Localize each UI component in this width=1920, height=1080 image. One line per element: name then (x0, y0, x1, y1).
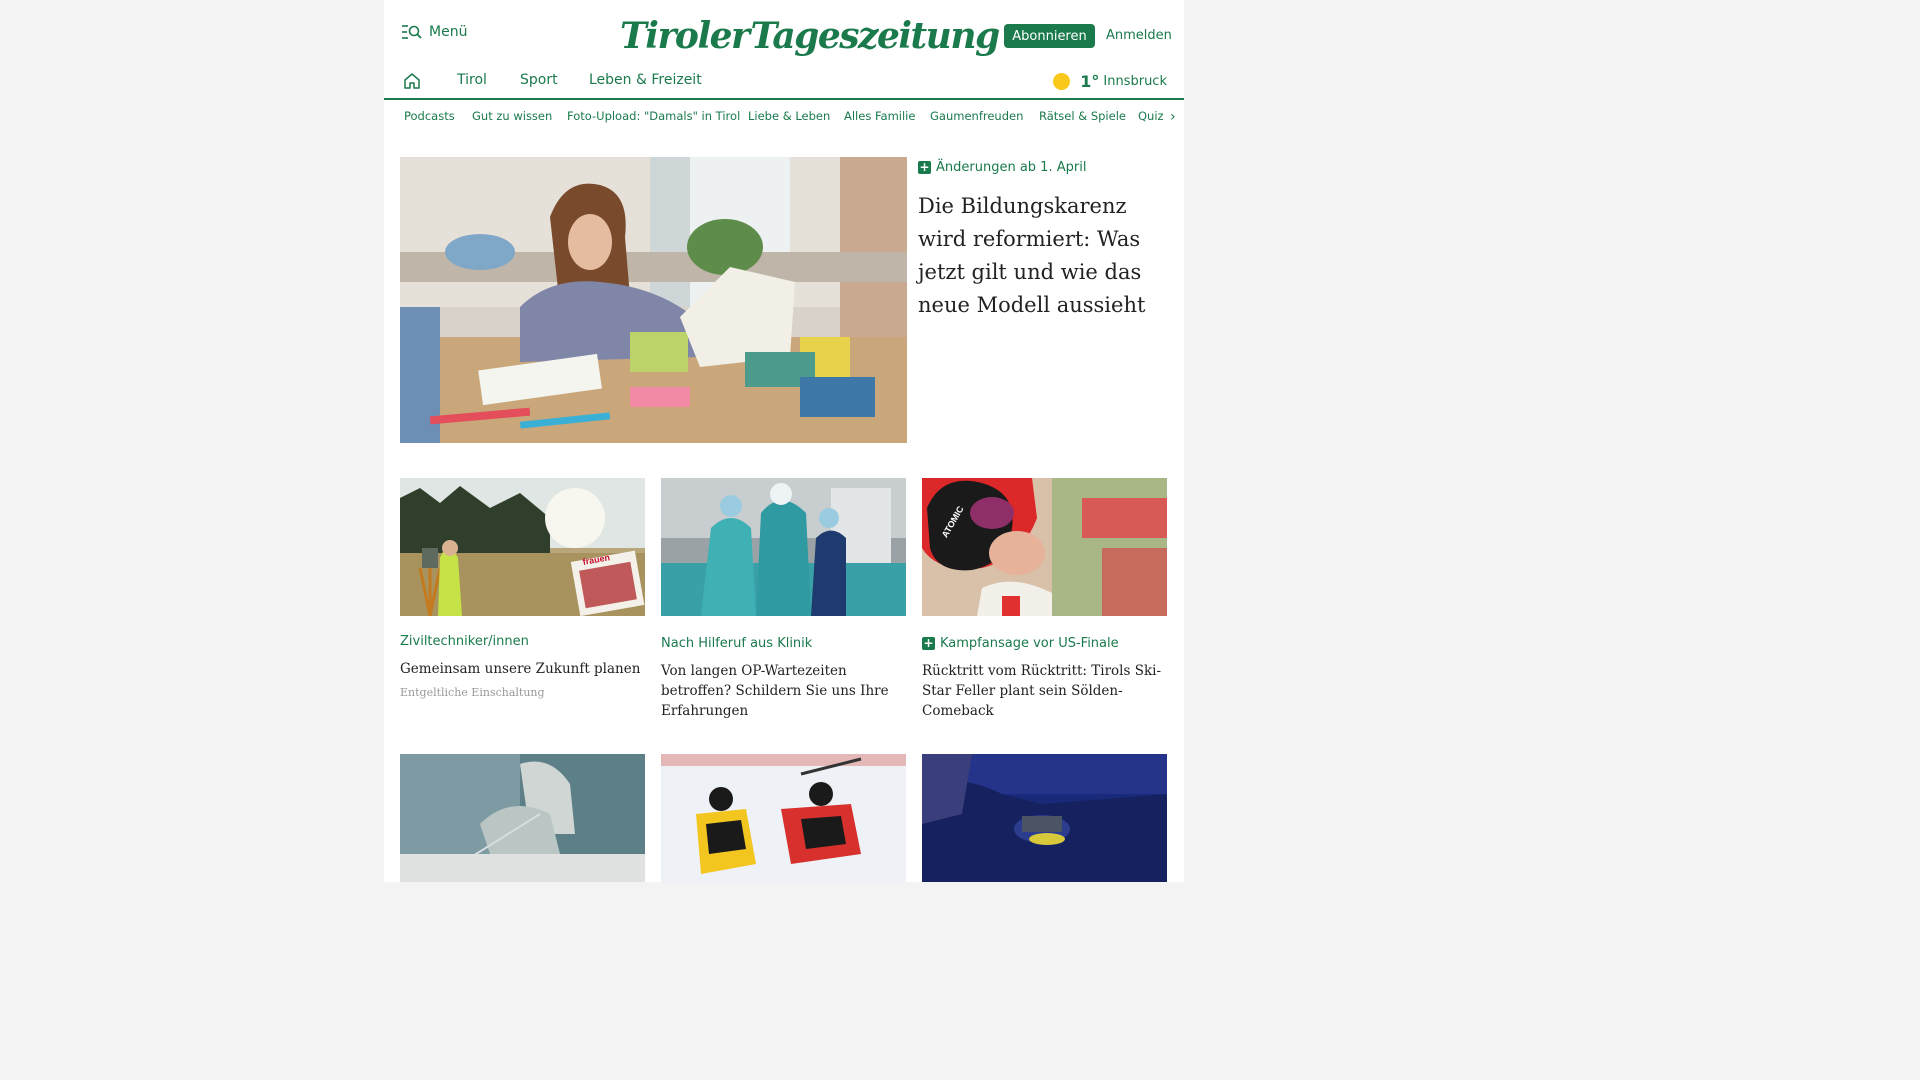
advertisement-label: Entgeltliche Einschaltung (400, 686, 545, 699)
subnav-item-raetsel-spiele[interactable]: Rätsel & Spiele (1039, 109, 1126, 123)
card-image-ice-hockey[interactable] (661, 754, 906, 882)
page: Menü Tiroler Tageszeitung Abonnieren Anm… (384, 0, 1184, 882)
subscribe-button[interactable]: Abonnieren (1004, 24, 1095, 48)
card-image-ski-racer[interactable]: ATOMIC (922, 478, 1167, 616)
hero-kicker[interactable]: + Änderungen ab 1. April (918, 160, 1086, 175)
chevron-right-icon[interactable]: › (1170, 109, 1176, 125)
card-image-surgical-hands[interactable] (400, 754, 645, 882)
weather-temperature: 1° (1080, 72, 1100, 91)
subnav-item-podcasts[interactable]: Podcasts (404, 109, 455, 123)
nav-item-sport[interactable]: Sport (520, 72, 558, 88)
plus-premium-icon: + (918, 160, 931, 174)
card-headline-op-wartezeiten[interactable]: Von langen OP-Wartezeiten betroffen? Sch… (661, 661, 906, 721)
plus-premium-icon: + (922, 636, 935, 650)
main-navigation: Tirol Sport Leben & Freizeit 1° Innsbruc… (384, 62, 1184, 100)
card-kicker-kampfansage[interactable]: + Kampfansage vor US-Finale (922, 636, 1119, 651)
logo-text-right: Tageszeitung (750, 15, 1001, 57)
home-icon[interactable] (403, 72, 421, 90)
menu-button[interactable]: Menü (402, 24, 467, 40)
weather-city: Innsbruck (1103, 74, 1167, 89)
card-headline-zukunft[interactable]: Gemeinsam unsere Zukunft planen (400, 659, 645, 679)
site-logo[interactable]: Tiroler Tageszeitung (620, 12, 1000, 60)
hero-kicker-label: Änderungen ab 1. April (936, 160, 1087, 175)
card-image-surgery[interactable] (661, 478, 906, 616)
subnav-item-foto-upload[interactable]: Foto-Upload: "Damals" in Tirol (567, 109, 740, 123)
card-headline-feller-comeback[interactable]: Rücktritt vom Rücktritt: Tirols Ski-Star… (922, 661, 1167, 721)
subnav-item-gut-zu-wissen[interactable]: Gut zu wissen (472, 109, 552, 123)
card-kicker-kampfansage-label: Kampfansage vor US-Finale (940, 636, 1119, 651)
nav-item-leben-freizeit[interactable]: Leben & Freizeit (589, 72, 702, 88)
nav-item-tirol[interactable]: Tirol (457, 72, 487, 88)
card-image-car-in-river[interactable] (922, 754, 1167, 882)
weather-widget[interactable]: 1° Innsbruck (1053, 72, 1167, 91)
menu-label: Menü (429, 24, 468, 40)
hero-headline[interactable]: Die Bildungskarenz wird reformiert: Was … (918, 190, 1168, 322)
card-kicker-hilferuf[interactable]: Nach Hilferuf aus Klinik (661, 636, 812, 651)
sun-icon (1053, 73, 1071, 90)
subnav-item-alles-familie[interactable]: Alles Familie (844, 109, 915, 123)
menu-search-icon (402, 25, 422, 39)
login-link[interactable]: Anmelden (1106, 28, 1172, 43)
sub-navigation: Podcasts Gut zu wissen Foto-Upload: "Dam… (384, 104, 1184, 128)
subnav-item-quiz[interactable]: Quiz (1138, 109, 1164, 123)
subnav-item-liebe-leben[interactable]: Liebe & Leben (748, 109, 830, 123)
hero-image-student-studying[interactable] (400, 157, 907, 443)
card-image-surveyor[interactable]: frauen (400, 478, 645, 616)
subnav-item-gaumenfreuden[interactable]: Gaumenfreuden (930, 109, 1023, 123)
logo-text-left: Tiroler (620, 15, 750, 57)
card-kicker-ziviltechniker[interactable]: Ziviltechniker/innen (400, 634, 529, 649)
